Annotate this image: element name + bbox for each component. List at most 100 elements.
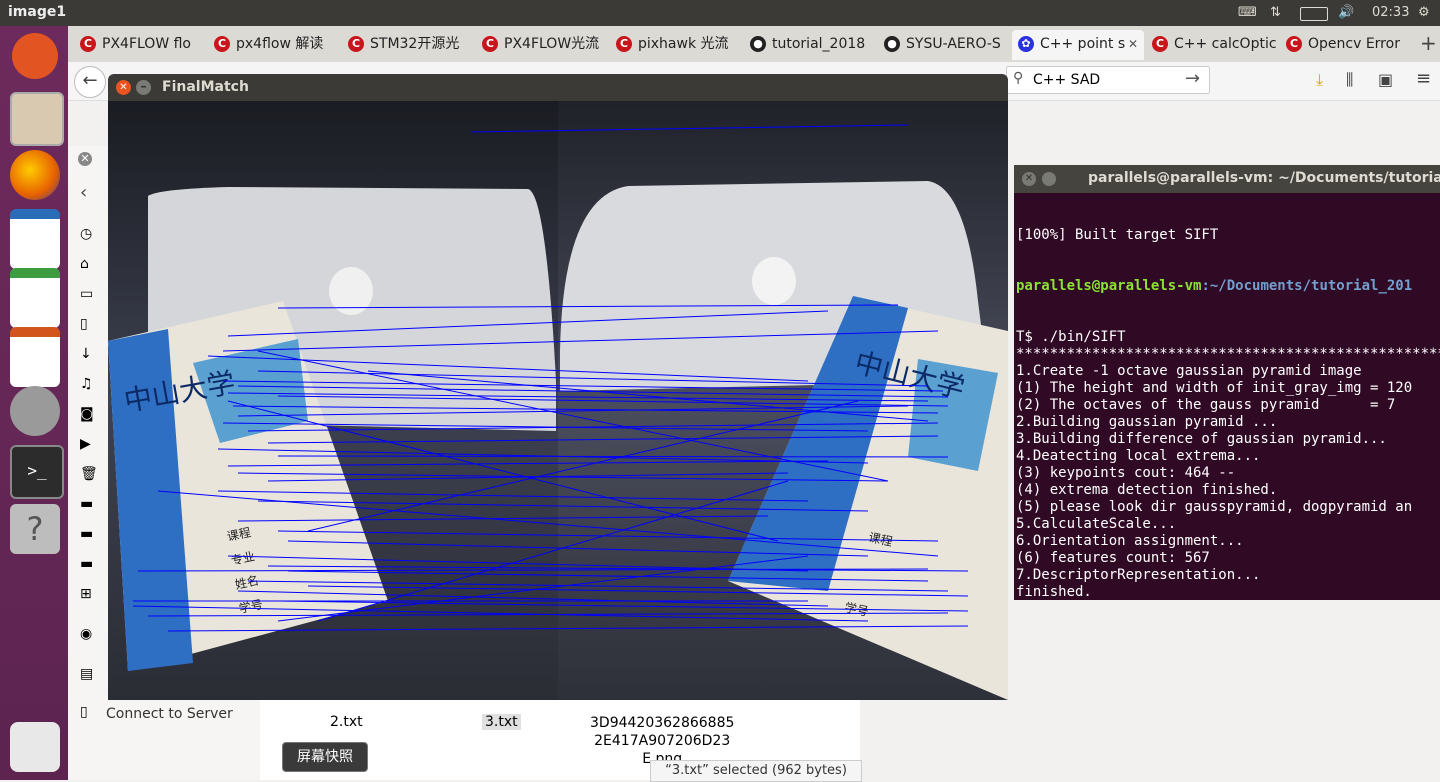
chevron-left-icon[interactable]: ‹: [80, 182, 87, 203]
browser-tab-label: tutorial_2018: [772, 36, 866, 52]
power-gear-icon[interactable]: ⚙: [1418, 5, 1430, 20]
csdn-icon: C: [80, 36, 96, 52]
search-input[interactable]: C++ SAD: [1033, 72, 1100, 88]
browser-tab[interactable]: ✿ C++ point s ✕: [1012, 30, 1144, 60]
home-icon[interactable]: ⌂: [80, 256, 89, 272]
drive-icon[interactable]: ▬: [80, 496, 93, 512]
screenshot-tooltip: 屏幕快照: [282, 742, 368, 772]
browser-tab-label: C++ point s: [1040, 36, 1126, 52]
libreoffice-calc-icon[interactable]: [10, 268, 60, 328]
computer-icon[interactable]: ▤: [80, 666, 93, 682]
libreoffice-impress-icon[interactable]: [10, 327, 60, 387]
browser-tab[interactable]: C PX4FLOW flo: [74, 30, 206, 60]
csdn-icon: C: [482, 36, 498, 52]
terminal-line: finished.: [1016, 584, 1092, 600]
drive-icon[interactable]: ▬: [80, 556, 93, 572]
terminal-line: 2.Building gaussian pyramid ...: [1016, 414, 1278, 430]
csdn-icon: C: [616, 36, 632, 52]
music-icon[interactable]: ♫: [80, 376, 93, 392]
finalmatch-titlebar: ✕ – FinalMatch: [108, 74, 1008, 101]
browser-tab[interactable]: C C++ calcOptic: [1146, 30, 1278, 60]
connect-to-server-link[interactable]: Connect to Server: [106, 706, 233, 722]
terminal-line: 7.DescriptorRepresentation...: [1016, 567, 1261, 583]
folder-icon[interactable]: ▭: [80, 286, 93, 302]
browser-tab-label: SYSU-AERO-S: [906, 36, 1001, 52]
download-folder-icon[interactable]: ↓: [80, 346, 92, 362]
terminal-line: (2) The octaves of the gauss pyramid = 7: [1016, 397, 1396, 413]
browser-tab[interactable]: ● tutorial_2018: [744, 30, 876, 60]
search-box[interactable]: ⚲ C++ SAD →: [1006, 66, 1210, 94]
terminal-line: ****************************************…: [1016, 346, 1440, 362]
terminal-line: 4.Deatecting local extrema...: [1016, 448, 1261, 464]
baidu-icon: ✿: [1018, 36, 1034, 52]
keyboard-icon[interactable]: ⌨: [1238, 5, 1257, 20]
system-settings-icon[interactable]: [10, 386, 60, 436]
browser-tab-label: pixhawk 光流: [638, 36, 729, 52]
terminal-line: (6) features count: 567: [1016, 550, 1210, 566]
search-icon: ⚲: [1013, 70, 1024, 86]
github-icon: ●: [750, 36, 766, 52]
launcher: >_ ?: [0, 26, 68, 780]
browser-tab-label: PX4FLOW光流: [504, 36, 600, 52]
drive-icon[interactable]: ▬: [80, 526, 93, 542]
minimize-icon[interactable]: –: [136, 80, 151, 95]
close-tab-icon[interactable]: ✕: [1128, 30, 1138, 58]
csdn-icon: C: [348, 36, 364, 52]
browser-tab[interactable]: C Opencv Error: [1280, 30, 1412, 60]
battery-icon[interactable]: [1300, 7, 1328, 21]
menu-icon[interactable]: ≡: [1416, 68, 1431, 89]
firefox-icon[interactable]: [10, 150, 60, 200]
browser-tab-label: STM32开源光: [370, 36, 460, 52]
volume-icon[interactable]: 🔊: [1338, 5, 1354, 20]
ubuntu-dash-icon[interactable]: [12, 33, 58, 79]
minimize-icon[interactable]: [1042, 172, 1056, 186]
browser-tab[interactable]: Cpixhawk 光流: [610, 30, 742, 60]
terminal-line: 6.Orientation assignment...: [1016, 533, 1244, 549]
terminal-line: (4) extrema detection finished.: [1016, 482, 1278, 498]
help-icon[interactable]: ?: [10, 504, 60, 554]
file-item[interactable]: 2.txt: [330, 714, 363, 730]
csdn-icon: C: [214, 36, 230, 52]
terminal-line: 3.Building difference of gaussian pyrami…: [1016, 431, 1387, 447]
close-icon[interactable]: ✕: [116, 80, 131, 95]
sidebar-icon[interactable]: ▣: [1378, 70, 1393, 89]
browser-tab-label: C++ calcOptic: [1174, 36, 1277, 52]
terminal-output[interactable]: [100%] Built target SIFT parallels@paral…: [1016, 193, 1440, 600]
terminal-line: 5.CalculateScale...: [1016, 516, 1177, 532]
close-icon[interactable]: ✕: [78, 152, 92, 166]
library-icon[interactable]: ⫼: [1346, 70, 1353, 90]
clock[interactable]: 02:33: [1372, 5, 1409, 20]
new-tab-button[interactable]: +: [1420, 31, 1437, 55]
files-icon[interactable]: [10, 92, 64, 146]
terminal-titlebar: ✕ parallels@parallels-vm: ~/Documents/tu…: [1014, 165, 1440, 193]
terminal-prompt: parallels@parallels-vm:~/Documents/tutor…: [1016, 278, 1440, 295]
feature-match-image: 中山大学 课程 专业 姓名 学号 中山大学 课程 学号: [108, 101, 1008, 700]
browser-tab-label: Opencv Error: [1308, 36, 1400, 52]
disc-icon[interactable]: ◉: [80, 626, 92, 642]
trash-folder-icon[interactable]: 🗑: [80, 466, 98, 482]
go-arrow-icon[interactable]: →: [1185, 68, 1200, 89]
server-icon[interactable]: ▯: [80, 704, 88, 720]
back-button[interactable]: ←: [74, 66, 106, 98]
network-drive-icon[interactable]: ⊞: [80, 586, 92, 602]
network-icon[interactable]: ⇅: [1270, 5, 1281, 20]
browser-tab[interactable]: ● SYSU-AERO-S: [878, 30, 1010, 60]
file-item-selected[interactable]: 3.txt: [482, 714, 521, 730]
libreoffice-writer-icon[interactable]: [10, 209, 60, 269]
close-icon[interactable]: ✕: [1022, 172, 1036, 186]
browser-tab[interactable]: Cpx4flow 解读: [208, 30, 340, 60]
download-icon[interactable]: ⤓: [1316, 70, 1323, 90]
terminal-icon[interactable]: >_: [10, 445, 64, 499]
video-icon[interactable]: ▶: [80, 436, 91, 452]
document-icon[interactable]: ▯: [80, 316, 88, 332]
camera-icon[interactable]: ◙: [80, 406, 94, 422]
files-status-bar: “3.txt” selected (962 bytes): [650, 760, 862, 782]
terminal-line: (1) The height and width of init_gray_im…: [1016, 380, 1413, 396]
active-window-title: image1: [8, 4, 67, 20]
trash-icon[interactable]: [10, 722, 60, 772]
apple-logo-right: [752, 257, 796, 305]
browser-tab[interactable]: C STM32开源光: [342, 30, 474, 60]
recent-icon[interactable]: ◷: [80, 226, 92, 242]
browser-tab[interactable]: C PX4FLOW光流: [476, 30, 608, 60]
csdn-icon: C: [1286, 36, 1302, 52]
